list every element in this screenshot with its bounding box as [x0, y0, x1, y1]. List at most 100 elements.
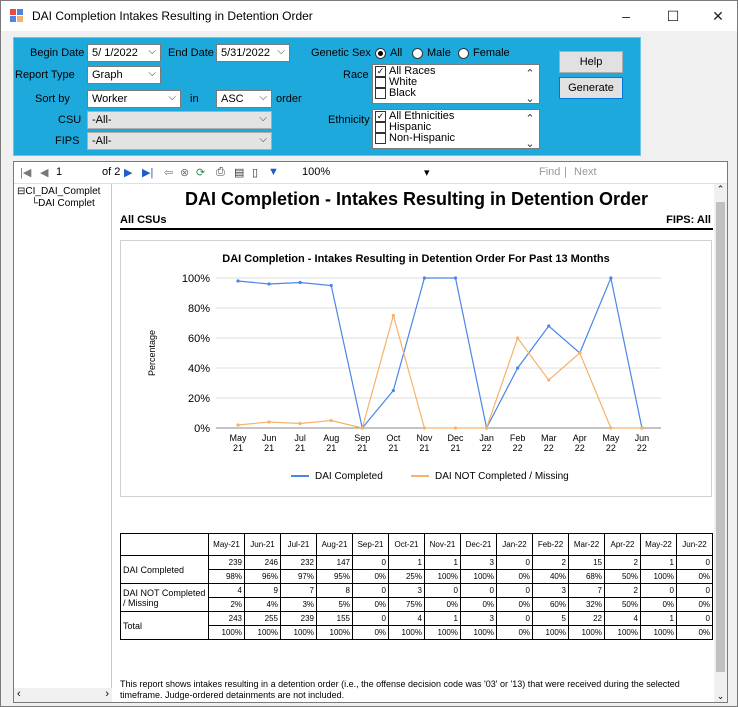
percent-cell: 96%	[244, 569, 281, 584]
race-listbox[interactable]: ✓ All Races White Black ⌃ ⌄	[372, 64, 540, 104]
count-cell: 0	[460, 583, 497, 598]
close-button[interactable]: ✕	[698, 1, 738, 31]
minimize-button[interactable]: –	[606, 1, 646, 31]
find-next-button[interactable]: Next	[574, 166, 597, 178]
end-date-label: End Date	[168, 47, 214, 59]
csu-label: CSU	[58, 114, 82, 126]
race-option-black[interactable]: Black	[375, 88, 539, 99]
sex-radio-all[interactable]: All	[375, 47, 402, 59]
viewer-toolbar: |◀ ◀ 1 of 2 ▶ ▶| ⇦ ⊗ ⟳ ⎙ ▤ ▯ ▼ 100% ▾ Fi…	[14, 162, 727, 184]
table-header: Jun-21	[244, 533, 281, 556]
count-cell: 0	[352, 583, 389, 598]
next-page-icon[interactable]: ▶	[124, 166, 132, 179]
table-header: Jan-22	[496, 533, 533, 556]
x-tick-label: 21	[450, 443, 460, 453]
count-cell: 9	[244, 583, 281, 598]
row-label: DAI NOT Completed / Missing	[120, 583, 209, 612]
app-window: DAI Completion Intakes Resulting in Dete…	[0, 0, 738, 707]
percent-cell: 32%	[568, 597, 605, 612]
last-page-icon[interactable]: ▶|	[142, 166, 153, 179]
tree-child[interactable]: └DAI Complet	[31, 198, 95, 209]
data-point	[236, 423, 240, 427]
percent-cell: 97%	[280, 569, 317, 584]
fips-select[interactable]: -All- ⌵	[87, 132, 272, 150]
sort-by-select[interactable]: Worker ⌵	[87, 90, 181, 108]
count-cell: 8	[316, 583, 353, 598]
ethnicity-listbox[interactable]: ✓ All Ethnicities Hispanic Non-Hispanic ⌃…	[372, 109, 540, 149]
count-cell: 1	[640, 555, 677, 570]
chevron-down-icon: ⌵	[259, 134, 267, 145]
count-cell: 1	[424, 555, 461, 570]
x-tick-label: Aug	[323, 433, 339, 443]
report-type-select[interactable]: Graph ⌵	[87, 66, 161, 84]
count-cell: 0	[676, 611, 713, 626]
order-select[interactable]: ASC ⌵	[216, 90, 272, 108]
zoom-select[interactable]: 100%	[302, 166, 330, 178]
maximize-button[interactable]: ☐	[653, 1, 693, 31]
percent-cell: 50%	[604, 597, 641, 612]
refresh-icon[interactable]: ⟳	[196, 166, 205, 179]
data-point	[236, 279, 240, 283]
check-icon: ✓	[375, 111, 386, 122]
stop-icon[interactable]: ⊗	[180, 166, 189, 179]
scroll-thumb[interactable]	[716, 202, 725, 672]
export-icon[interactable]: ▼	[268, 166, 279, 178]
generate-button[interactable]: Generate	[559, 77, 623, 99]
sex-radio-female[interactable]: Female	[458, 47, 510, 59]
first-page-icon[interactable]: |◀	[20, 166, 31, 179]
begin-date-picker[interactable]: 5/ 1/2022 ⌵	[87, 44, 161, 62]
count-cell: 0	[640, 583, 677, 598]
find-button[interactable]: Find	[539, 166, 560, 178]
percent-cell: 2%	[208, 597, 245, 612]
table-row: Total 243 255 239 155 0 4 1 3 0 5 22 4 1 0	[120, 611, 713, 640]
table-row: 100% 100% 100% 100% 0% 100% 100% 100% 0% 100% 100%…	[121, 625, 713, 640]
table-header: May-22	[640, 533, 677, 556]
count-cell: 2	[604, 555, 641, 570]
ethnicity-scrollbar[interactable]: ⌃ ⌄	[521, 110, 539, 148]
race-scrollbar[interactable]: ⌃ ⌄	[521, 65, 539, 103]
data-point	[267, 282, 271, 286]
data-point	[329, 283, 333, 288]
x-tick-label: 22	[513, 443, 523, 453]
check-icon: ✓	[375, 66, 386, 77]
print-icon[interactable]: ⎙	[216, 166, 225, 179]
percent-cell: 0%	[496, 569, 533, 584]
data-point	[484, 426, 489, 430]
chevron-down-icon: ⌵	[259, 113, 267, 124]
tree-root[interactable]: ⊟CI_DAI_Complet	[17, 186, 100, 197]
percent-cell: 100%	[568, 625, 605, 640]
csu-select[interactable]: -All- ⌵	[87, 111, 272, 129]
y-tick-label: 100%	[182, 273, 210, 285]
count-cell: 0	[676, 555, 713, 570]
sex-radio-male[interactable]: Male	[412, 47, 451, 59]
back-icon[interactable]: ⇦	[164, 166, 173, 179]
zoom-dropdown-icon[interactable]: ▾	[424, 166, 430, 179]
count-cell: 5	[532, 611, 569, 626]
percent-cell: 4%	[244, 597, 281, 612]
end-date-picker[interactable]: 5/31/2022 ⌵	[216, 44, 290, 62]
title-bar: DAI Completion Intakes Resulting in Dete…	[1, 1, 737, 31]
percent-cell: 5%	[316, 597, 353, 612]
ethnicity-option-non-hispanic[interactable]: Non-Hispanic	[375, 133, 539, 144]
percent-cell: 95%	[316, 569, 353, 584]
tree-horizontal-scrollbar[interactable]: ‹ ›	[14, 688, 112, 702]
percent-cell: 0%	[496, 597, 533, 612]
x-tick-label: Jun	[262, 433, 277, 443]
help-button[interactable]: Help	[559, 51, 623, 73]
count-cell: 3	[388, 583, 425, 598]
percent-cell: 0%	[352, 597, 389, 612]
chevron-down-icon: ⌵	[168, 92, 176, 103]
document-map: ⊟CI_DAI_Complet └DAI Complet ‹ ›	[14, 184, 112, 702]
line-chart: DAI Completion - Intakes Resulting in De…	[147, 253, 661, 482]
page-number-input[interactable]: 1	[56, 166, 62, 178]
report-vertical-scrollbar[interactable]: ⌃ ⌄	[714, 184, 727, 702]
print-layout-icon[interactable]: ▤	[234, 166, 244, 179]
percent-cell: 0%	[352, 569, 389, 584]
page-setup-icon[interactable]: ▯	[252, 166, 258, 179]
table-header: Oct-21	[388, 533, 425, 556]
data-point	[298, 421, 302, 426]
percent-cell: 98%	[208, 569, 245, 584]
table-header: Jun-22	[676, 533, 713, 556]
prev-page-icon[interactable]: ◀	[40, 166, 48, 179]
x-tick-label: Feb	[510, 433, 526, 443]
